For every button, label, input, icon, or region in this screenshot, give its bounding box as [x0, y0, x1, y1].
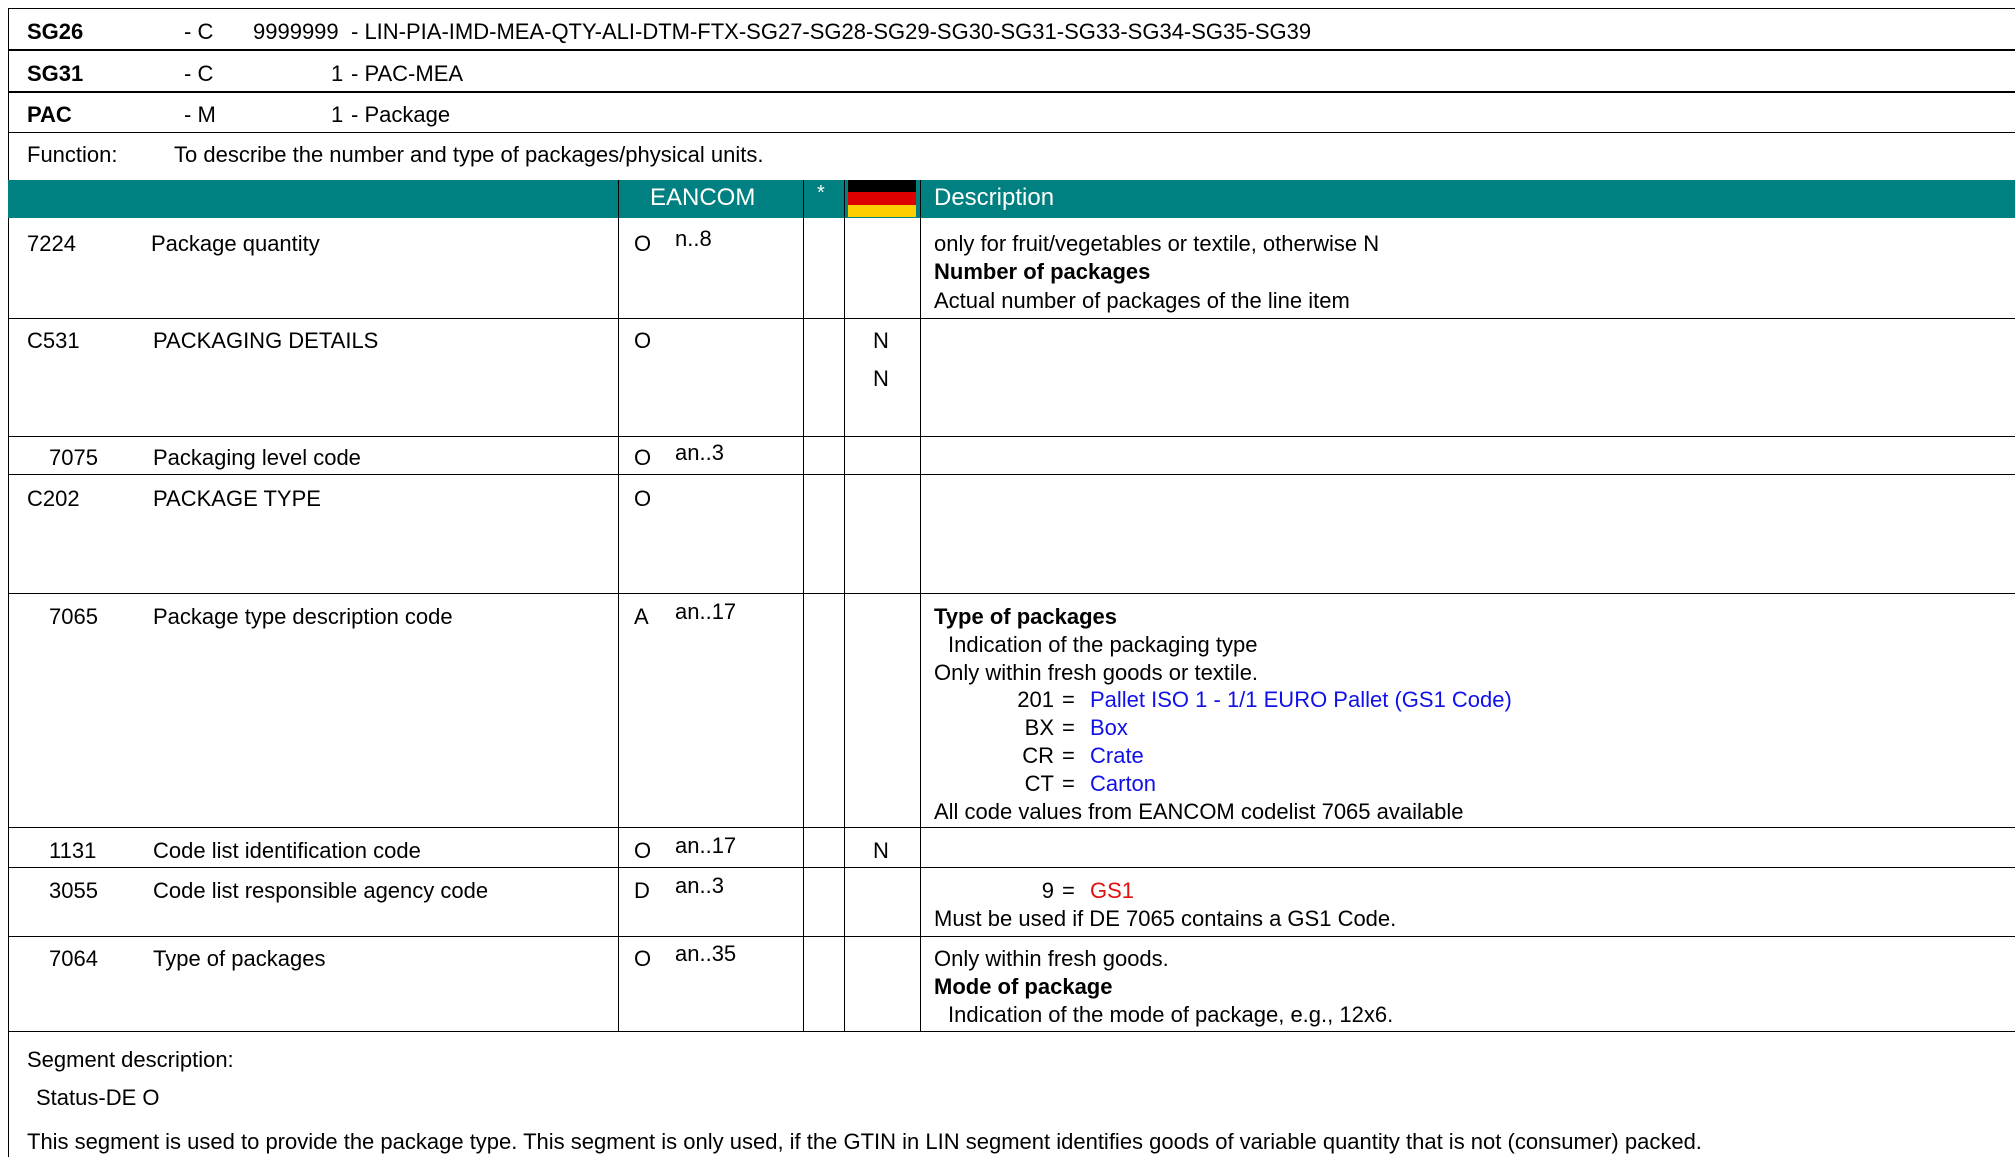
segment-group-desc: - LIN-PIA-IMD-MEA-QTY-ALI-DTM-FTX-SG27-S… [351, 19, 1312, 44]
element-status: O [634, 946, 652, 971]
segment-group-desc: - PAC-MEA [351, 61, 464, 86]
description-line: Indication of the packaging type [948, 632, 1258, 657]
segment-description-text: This segment is used to provide the pack… [27, 1129, 1702, 1154]
column-description: Description [934, 184, 1055, 211]
description-line: Must be used if DE 7065 contains a GS1 C… [934, 906, 1397, 931]
national-status: N [873, 838, 889, 863]
element-tag: 7064 [49, 946, 98, 971]
description-line: Only within fresh goods or textile. [934, 660, 1259, 685]
column-star: * [817, 182, 825, 204]
segment-group-code: SG26 [27, 19, 84, 44]
element-name: Code list responsible agency code [153, 878, 489, 903]
element-name: Package type description code [153, 604, 453, 629]
description-title: Number of packages [934, 259, 1151, 284]
code-equals: = [1062, 878, 1075, 903]
element-name: Code list identification code [153, 838, 421, 863]
element-format: an..17 [675, 833, 737, 858]
description-title: Mode of package [934, 974, 1113, 999]
function-text: To describe the number and type of packa… [174, 142, 764, 167]
national-status: N [873, 366, 889, 391]
element-format: n..8 [675, 226, 712, 251]
segment-repeat: 1 [331, 102, 344, 127]
code-value: BX [1024, 715, 1054, 740]
function-label: Function: [27, 142, 118, 167]
segment-description-label: Segment description: [27, 1047, 234, 1072]
segment-code: PAC [27, 102, 72, 127]
code-value: 201 [1017, 687, 1054, 712]
element-tag: 7075 [49, 445, 98, 470]
element-format: an..17 [675, 599, 737, 624]
code-link-gs1[interactable]: GS1 [1090, 878, 1134, 904]
element-name: Packaging level code [153, 445, 361, 470]
element-status: A [634, 604, 649, 629]
element-status: O [634, 328, 652, 353]
code-equals: = [1062, 743, 1075, 768]
segment-group-code: SG31 [27, 61, 84, 86]
description-line: Only within fresh goods. [934, 946, 1169, 971]
code-link-crate[interactable]: Crate [1090, 743, 1144, 769]
code-equals: = [1062, 687, 1075, 712]
column-eancom: EANCOM [650, 184, 756, 211]
element-status: O [634, 838, 652, 863]
description-title: Type of packages [934, 604, 1117, 629]
element-name: PACKAGING DETAILS [153, 328, 379, 353]
description-line: Indication of the mode of package, e.g.,… [948, 1002, 1394, 1027]
element-tag: 1131 [49, 838, 97, 863]
element-tag: 7224 [27, 231, 76, 256]
element-name: Package quantity [151, 231, 320, 256]
code-value: 9 [1041, 878, 1054, 903]
element-tag: C202 [27, 486, 80, 511]
segment-group-status: - C [184, 19, 214, 44]
code-value: CR [1022, 743, 1054, 768]
segment-status: - M [184, 102, 216, 127]
element-format: an..35 [675, 941, 737, 966]
national-status: N [873, 328, 889, 353]
segment-status: Status-DE O [36, 1085, 160, 1110]
element-format: an..3 [675, 873, 724, 898]
element-format: an..3 [675, 440, 724, 465]
description-line: Actual number of packages of the line it… [934, 288, 1350, 313]
segment-group-repeat: 9999999 [253, 19, 339, 44]
element-name: PACKAGE TYPE [153, 486, 321, 511]
code-value: CT [1024, 771, 1054, 796]
code-link-pallet[interactable]: Pallet ISO 1 - 1/1 EURO Pallet (GS1 Code… [1090, 687, 1512, 713]
german-flag-icon [848, 180, 916, 217]
element-tag: 3055 [49, 878, 98, 903]
description-line: All code values from EANCOM codelist 706… [934, 799, 1464, 824]
code-equals: = [1062, 771, 1075, 796]
description-line: only for fruit/vegetables or textile, ot… [934, 231, 1380, 256]
segment-group-repeat: 1 [331, 61, 344, 86]
code-link-carton[interactable]: Carton [1090, 771, 1156, 797]
code-link-box[interactable]: Box [1090, 715, 1128, 741]
element-tag: C531 [27, 328, 80, 353]
element-status: D [634, 878, 650, 903]
element-name: Type of packages [153, 946, 326, 971]
element-status: O [634, 231, 652, 256]
segment-group-status: - C [184, 61, 214, 86]
element-status: O [634, 486, 652, 511]
element-status: O [634, 445, 652, 470]
element-tag: 7065 [49, 604, 98, 629]
segment-name: - Package [351, 102, 451, 127]
code-equals: = [1062, 715, 1075, 740]
